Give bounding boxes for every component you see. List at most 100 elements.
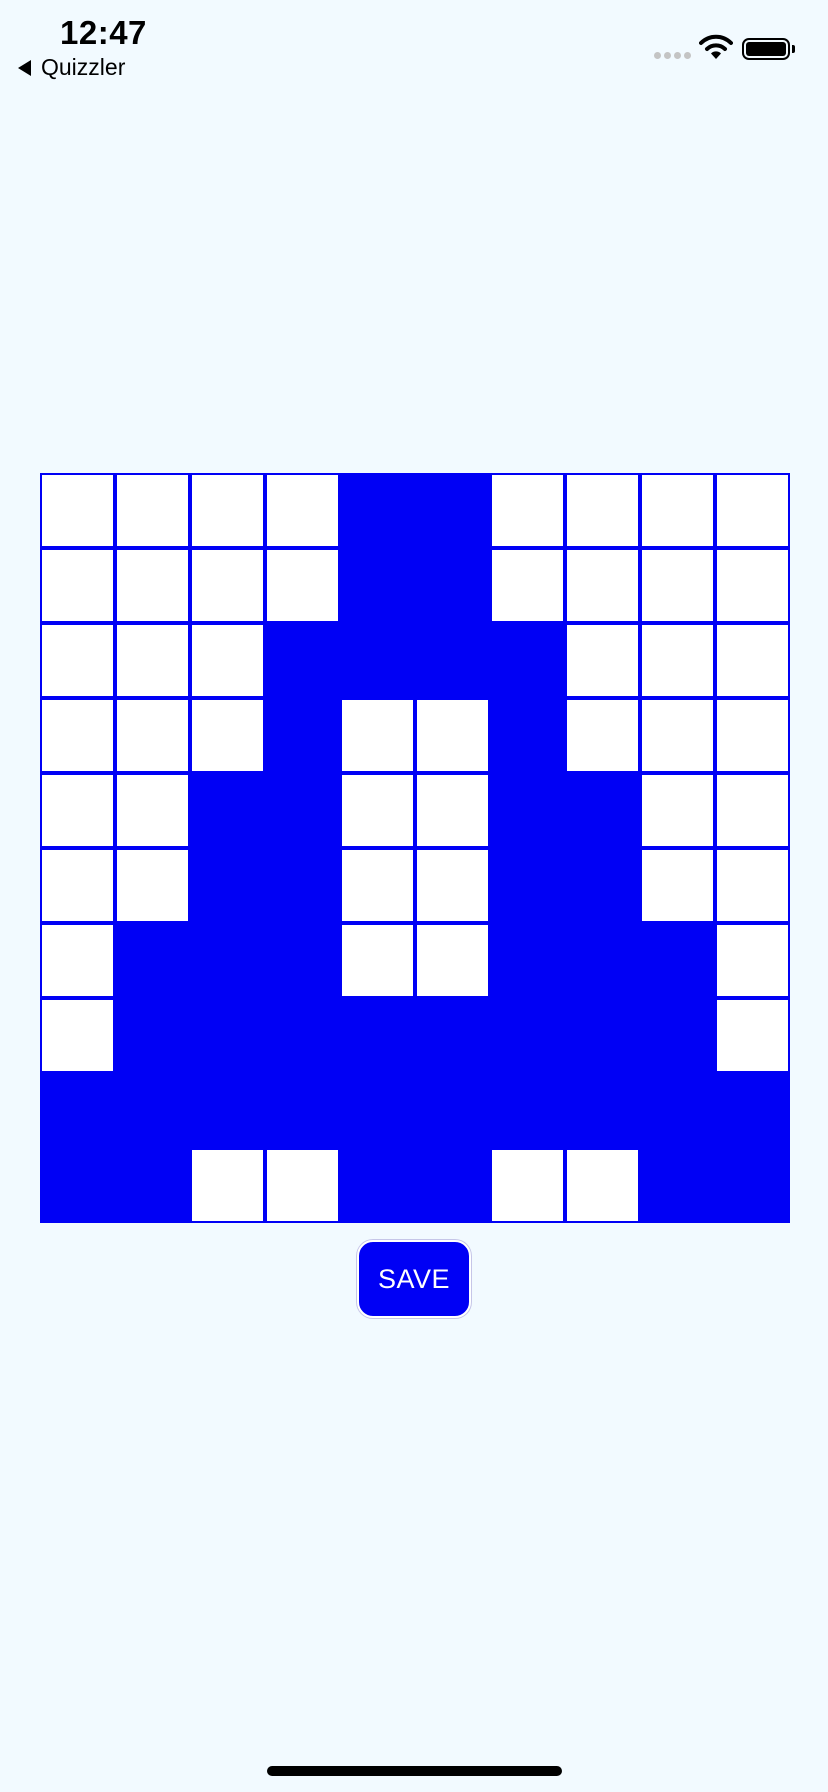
grid-cell[interactable]: [340, 473, 415, 548]
grid-cell[interactable]: [190, 698, 265, 773]
grid-cell[interactable]: [715, 923, 790, 998]
grid-cell[interactable]: [40, 548, 115, 623]
grid-cell[interactable]: [565, 473, 640, 548]
grid-cell[interactable]: [640, 623, 715, 698]
grid-cell[interactable]: [115, 773, 190, 848]
grid-cell[interactable]: [265, 1073, 340, 1148]
grid-cell[interactable]: [340, 923, 415, 998]
grid-cell[interactable]: [715, 1073, 790, 1148]
grid-cell[interactable]: [715, 548, 790, 623]
grid-cell[interactable]: [565, 623, 640, 698]
grid-cell[interactable]: [715, 623, 790, 698]
grid-cell[interactable]: [265, 698, 340, 773]
grid-cell[interactable]: [565, 923, 640, 998]
grid-cell[interactable]: [565, 698, 640, 773]
grid-cell[interactable]: [40, 1073, 115, 1148]
grid-cell[interactable]: [340, 1148, 415, 1223]
grid-cell[interactable]: [115, 548, 190, 623]
grid-cell[interactable]: [640, 1073, 715, 1148]
grid-cell[interactable]: [490, 1148, 565, 1223]
grid-cell[interactable]: [265, 773, 340, 848]
grid-cell[interactable]: [415, 1148, 490, 1223]
grid-cell[interactable]: [265, 998, 340, 1073]
grid-cell[interactable]: [265, 473, 340, 548]
grid-cell[interactable]: [715, 998, 790, 1073]
grid-cell[interactable]: [640, 698, 715, 773]
grid-cell[interactable]: [565, 1073, 640, 1148]
grid-cell[interactable]: [640, 773, 715, 848]
grid-cell[interactable]: [340, 848, 415, 923]
grid-cell[interactable]: [490, 623, 565, 698]
grid-cell[interactable]: [265, 848, 340, 923]
grid-cell[interactable]: [115, 1148, 190, 1223]
grid-cell[interactable]: [40, 998, 115, 1073]
grid-cell[interactable]: [40, 773, 115, 848]
grid-cell[interactable]: [115, 473, 190, 548]
grid-cell[interactable]: [565, 848, 640, 923]
grid-cell[interactable]: [490, 848, 565, 923]
grid-cell[interactable]: [715, 698, 790, 773]
grid-cell[interactable]: [565, 548, 640, 623]
grid-cell[interactable]: [340, 998, 415, 1073]
grid-cell[interactable]: [640, 473, 715, 548]
grid-cell[interactable]: [40, 848, 115, 923]
grid-cell[interactable]: [490, 698, 565, 773]
grid-cell[interactable]: [265, 623, 340, 698]
grid-cell[interactable]: [265, 548, 340, 623]
grid-cell[interactable]: [640, 923, 715, 998]
grid-cell[interactable]: [565, 998, 640, 1073]
grid-cell[interactable]: [40, 1148, 115, 1223]
grid-cell[interactable]: [640, 848, 715, 923]
grid-cell[interactable]: [40, 698, 115, 773]
grid-cell[interactable]: [115, 998, 190, 1073]
grid-cell[interactable]: [340, 548, 415, 623]
grid-cell[interactable]: [415, 548, 490, 623]
grid-cell[interactable]: [715, 848, 790, 923]
grid-cell[interactable]: [640, 1148, 715, 1223]
grid-cell[interactable]: [190, 548, 265, 623]
grid-cell[interactable]: [715, 1148, 790, 1223]
grid-cell[interactable]: [115, 923, 190, 998]
grid-cell[interactable]: [415, 623, 490, 698]
grid-cell[interactable]: [490, 548, 565, 623]
grid-cell[interactable]: [565, 773, 640, 848]
grid-cell[interactable]: [565, 1148, 640, 1223]
grid-cell[interactable]: [190, 1073, 265, 1148]
grid-cell[interactable]: [415, 698, 490, 773]
grid-cell[interactable]: [490, 1073, 565, 1148]
grid-cell[interactable]: [340, 1073, 415, 1148]
grid-cell[interactable]: [190, 1148, 265, 1223]
grid-cell[interactable]: [190, 848, 265, 923]
grid-cell[interactable]: [115, 1073, 190, 1148]
grid-cell[interactable]: [40, 473, 115, 548]
back-to-app-link[interactable]: Quizzler: [18, 54, 125, 81]
grid-cell[interactable]: [190, 473, 265, 548]
grid-cell[interactable]: [115, 698, 190, 773]
save-button[interactable]: SAVE: [357, 1240, 471, 1318]
grid-cell[interactable]: [715, 473, 790, 548]
grid-cell[interactable]: [115, 623, 190, 698]
home-indicator[interactable]: [267, 1766, 562, 1776]
grid-cell[interactable]: [490, 473, 565, 548]
grid-cell[interactable]: [190, 923, 265, 998]
grid-cell[interactable]: [265, 1148, 340, 1223]
grid-cell[interactable]: [265, 923, 340, 998]
grid-cell[interactable]: [415, 1073, 490, 1148]
grid-cell[interactable]: [190, 623, 265, 698]
grid-cell[interactable]: [340, 623, 415, 698]
grid-cell[interactable]: [415, 773, 490, 848]
grid-cell[interactable]: [415, 848, 490, 923]
grid-cell[interactable]: [190, 773, 265, 848]
grid-cell[interactable]: [40, 923, 115, 998]
grid-cell[interactable]: [415, 473, 490, 548]
grid-cell[interactable]: [640, 548, 715, 623]
grid-cell[interactable]: [190, 998, 265, 1073]
grid-cell[interactable]: [415, 998, 490, 1073]
grid-cell[interactable]: [490, 998, 565, 1073]
grid-cell[interactable]: [640, 998, 715, 1073]
grid-cell[interactable]: [40, 623, 115, 698]
grid-cell[interactable]: [115, 848, 190, 923]
grid-cell[interactable]: [340, 698, 415, 773]
grid-cell[interactable]: [490, 773, 565, 848]
grid-cell[interactable]: [715, 773, 790, 848]
